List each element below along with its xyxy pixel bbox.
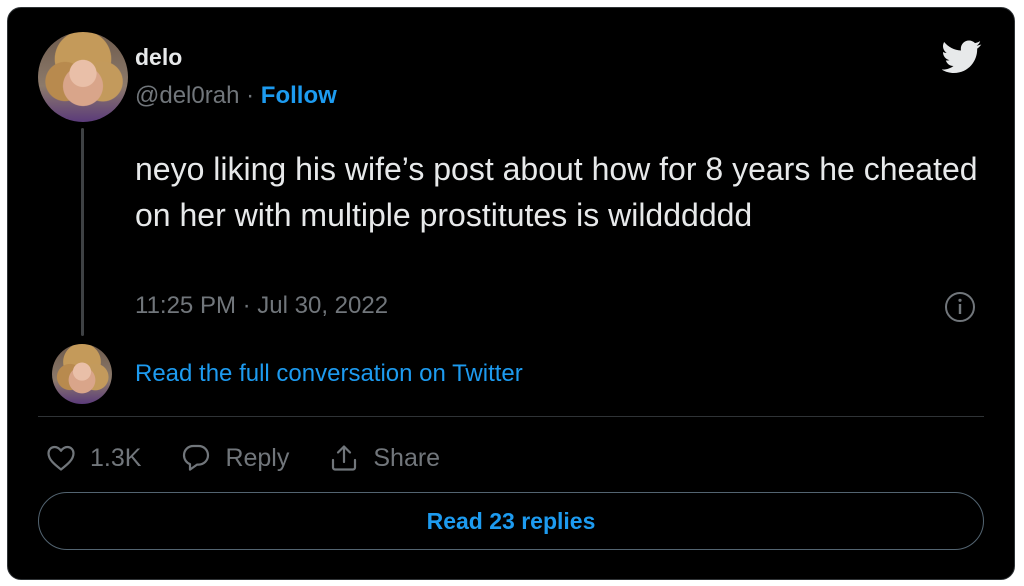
handle-separator: · bbox=[246, 82, 255, 109]
reply-button[interactable]: Reply bbox=[181, 443, 289, 473]
read-full-conversation-link[interactable]: Read the full conversation on Twitter bbox=[135, 360, 523, 388]
follow-button[interactable]: Follow bbox=[261, 82, 337, 109]
reply-label: Reply bbox=[225, 443, 290, 472]
author-name[interactable]: delo bbox=[135, 44, 182, 71]
tweet-actions: 1.3K Reply Share bbox=[46, 438, 480, 478]
tweet-text: neyo liking his wife’s post about how fo… bbox=[135, 151, 978, 233]
share-button[interactable]: Share bbox=[329, 443, 440, 473]
like-button[interactable]: 1.3K bbox=[46, 444, 141, 473]
twitter-bird-icon[interactable] bbox=[942, 40, 982, 74]
thread-connector-line bbox=[81, 128, 84, 336]
like-count: 1.3K bbox=[90, 443, 142, 472]
author-handle[interactable]: @del0rah bbox=[135, 82, 239, 109]
tweet-timestamp[interactable]: 11:25 PM · Jul 30, 2022 bbox=[135, 292, 388, 320]
viewer-avatar bbox=[52, 344, 112, 404]
read-replies-button[interactable]: Read 23 replies bbox=[38, 492, 984, 550]
author-avatar[interactable] bbox=[38, 32, 128, 122]
embedded-tweet-card: delo @del0rah · Follow neyo liking his w… bbox=[7, 7, 1015, 580]
info-icon[interactable] bbox=[944, 291, 976, 323]
author-handle-row: @del0rah · Follow bbox=[135, 82, 337, 110]
divider bbox=[38, 416, 984, 417]
read-replies-label: Read 23 replies bbox=[426, 507, 596, 534]
heart-icon bbox=[47, 445, 75, 471]
share-label: Share bbox=[373, 443, 441, 472]
reply-bubble-icon bbox=[183, 444, 210, 471]
share-icon bbox=[332, 445, 357, 471]
